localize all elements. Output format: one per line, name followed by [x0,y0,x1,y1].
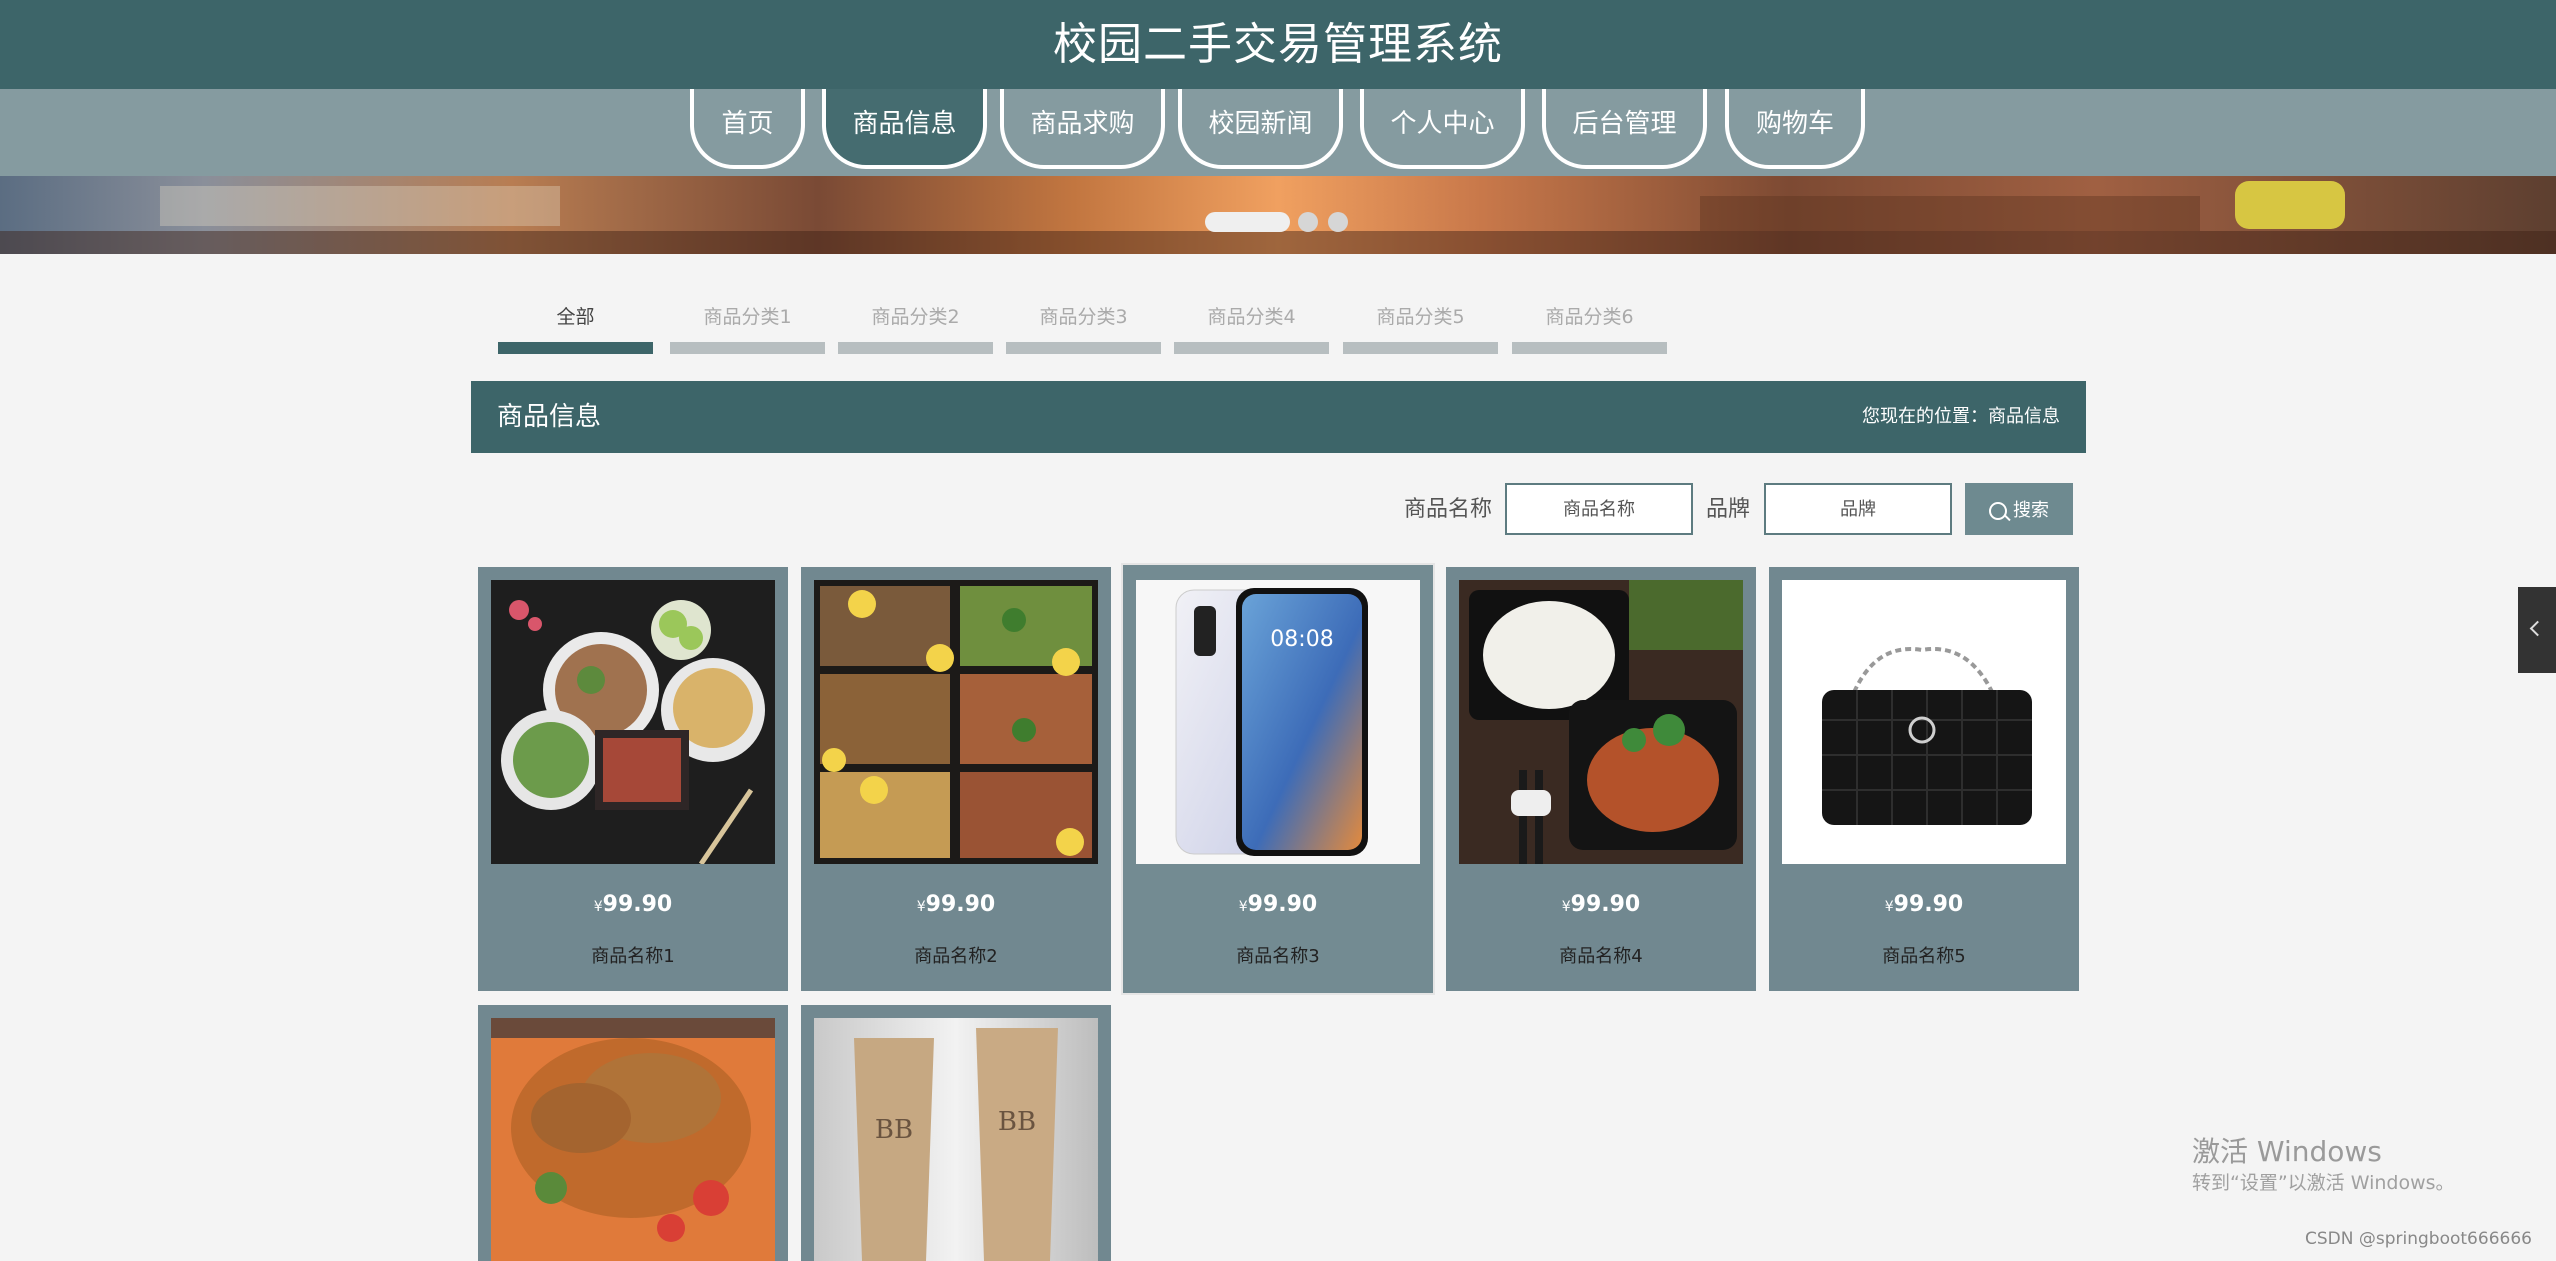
product-name: 商品名称4 [1559,946,1643,967]
product-name: 商品名称5 [1882,946,1966,967]
search-button[interactable]: 搜索 [1965,483,2073,535]
food-boxes-icon [814,580,1098,864]
fried-chicken-icon [491,1018,775,1261]
windows-activation-hint: 转到“设置”以激活 Windows。 [2192,1172,2455,1194]
windows-activation-title: 激活 Windows [2192,1135,2382,1168]
nav-product-info[interactable]: 商品信息 [822,89,987,169]
category-tab-5[interactable]: 商品分类5 [1343,302,1498,354]
product-card-7[interactable]: BB BB [801,1005,1111,1261]
product-card-4[interactable]: ¥99.90 商品名称4 [1446,567,1756,991]
bb-cream-icon: BB BB [814,1018,1098,1261]
category-tab-4[interactable]: 商品分类4 [1174,302,1329,354]
product-card-1[interactable]: ¥99.90 商品名称1 [478,567,788,991]
nav-campus-news[interactable]: 校园新闻 [1178,89,1343,169]
brand-label: 品牌 [1706,497,1751,522]
svg-text:08:08: 08:08 [1270,627,1333,652]
site-header: 校园二手交易管理系统 [0,0,2556,89]
side-panel-toggle[interactable] [2518,587,2556,673]
nav-home[interactable]: 首页 [690,89,805,169]
nav-cart[interactable]: 购物车 [1725,89,1865,169]
carousel-dot[interactable] [1298,212,1318,232]
product-card-2[interactable]: ¥99.90 商品名称2 [801,567,1111,991]
category-tab-2[interactable]: 商品分类2 [838,302,993,354]
food-bento-icon [491,580,775,864]
product-name: 商品名称3 [1236,946,1320,967]
csdn-watermark: CSDN @springboot666666 [2305,1229,2532,1249]
carousel-dot-active[interactable] [1205,212,1290,232]
section-header: 商品信息 您现在的位置：商品信息 [471,381,2086,453]
rice-chicken-icon [1459,580,1743,864]
category-tab-6[interactable]: 商品分类6 [1512,302,1667,354]
product-card-3[interactable]: 08:08 ¥99.90 商品名称3 [1123,565,1433,993]
product-card-6[interactable] [478,1005,788,1261]
category-tab-3[interactable]: 商品分类3 [1006,302,1161,354]
carousel-dot[interactable] [1328,212,1348,232]
nav-personal-center[interactable]: 个人中心 [1360,89,1525,169]
product-price: ¥99.90 [916,892,996,917]
product-price: ¥99.90 [1561,892,1641,917]
breadcrumb: 您现在的位置：商品信息 [1862,406,2060,427]
nav-product-wanted[interactable]: 商品求购 [1000,89,1165,169]
brand-input[interactable] [1764,483,1952,535]
product-name-input[interactable] [1505,483,1693,535]
smartphone-icon: 08:08 [1136,580,1420,864]
product-price: ¥99.90 [1238,892,1318,917]
svg-text:BB: BB [875,1115,913,1145]
product-name: 商品名称2 [914,946,998,967]
product-name-label: 商品名称 [1404,497,1493,522]
product-price: ¥99.90 [593,892,673,917]
product-price: ¥99.90 [1884,892,1964,917]
main-nav: 首页 商品信息 商品求购 校园新闻 个人中心 后台管理 购物车 [0,89,2556,176]
nav-admin[interactable]: 后台管理 [1542,89,1707,169]
section-title: 商品信息 [497,402,602,432]
handbag-icon [1782,580,2066,864]
site-title: 校园二手交易管理系统 [1053,19,1503,70]
product-name: 商品名称1 [591,946,675,967]
svg-text:BB: BB [998,1107,1036,1137]
search-icon [1989,502,2007,520]
product-card-5[interactable]: ¥99.90 商品名称5 [1769,567,2079,991]
category-tab-1[interactable]: 商品分类1 [670,302,825,354]
category-tab-all[interactable]: 全部 [498,302,653,354]
